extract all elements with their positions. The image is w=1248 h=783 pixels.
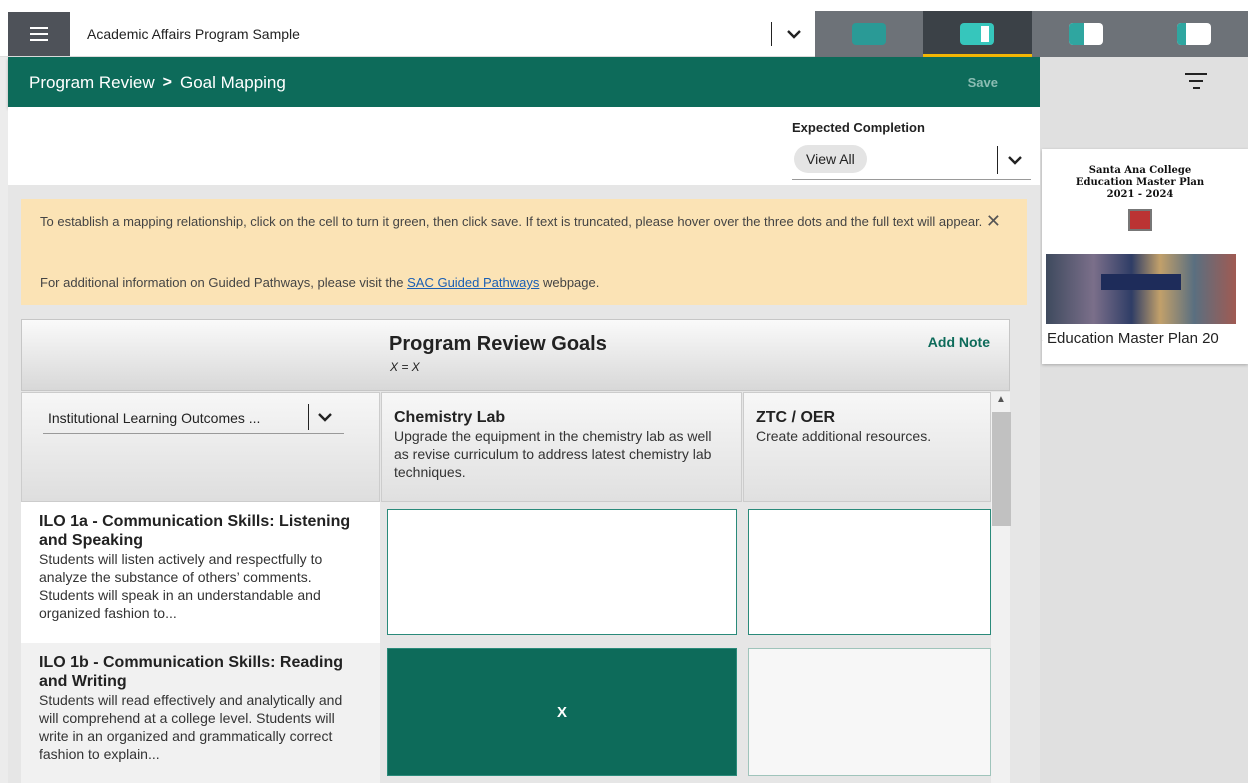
mapping-cell[interactable] [387, 509, 737, 635]
half-view-icon [1068, 23, 1103, 45]
page-header: Program Review > Goal Mapping Save [8, 57, 1040, 107]
filter-icon[interactable] [1185, 73, 1207, 91]
document-label: C Education Master Plan 20 [1042, 330, 1219, 347]
divider [308, 404, 309, 430]
chevron-down-icon[interactable] [315, 408, 335, 426]
info-notice: To establish a mapping relationship, cli… [21, 199, 1027, 305]
split-view-icon [960, 23, 995, 45]
app-title: Academic Affairs Program Sample [87, 26, 300, 42]
breadcrumb-parent[interactable]: Program Review [29, 73, 155, 93]
cover-title: Santa Ana College Education Master Plan … [1075, 165, 1205, 200]
side-view-icon [1176, 23, 1211, 45]
guided-pathways-link[interactable]: SAC Guided Pathways [407, 275, 539, 290]
view-split-button[interactable] [923, 11, 1032, 57]
selected-chip[interactable]: View All [794, 145, 867, 173]
goal-title: ZTC / OER [756, 409, 836, 426]
document-thumbnail: Santa Ana College Education Master Plan … [1046, 153, 1236, 324]
goal-description: Create additional resources. [756, 428, 932, 444]
menu-icon[interactable] [8, 12, 70, 56]
breadcrumb: Program Review > Goal Mapping [29, 73, 286, 93]
outcome-description: Students will read effectively and analy… [39, 692, 343, 762]
goal-column-header: Chemistry Lab Upgrade the equipment in t… [381, 392, 742, 502]
college-logo-icon [1128, 209, 1152, 231]
add-note-button[interactable]: Add Note [928, 334, 990, 350]
outcome-row-header: ILO 1a - Communication Skills: Listening… [21, 502, 380, 643]
close-icon[interactable]: ✕ [986, 212, 1001, 231]
divider [771, 22, 772, 46]
notice-text: To establish a mapping relationship, cli… [40, 214, 983, 229]
side-panel-toolbar [1040, 57, 1248, 107]
view-side-button[interactable] [1139, 11, 1248, 57]
mapping-cell[interactable] [748, 648, 991, 776]
mapping-cell-mapped[interactable]: X [387, 648, 737, 776]
view-half-button[interactable] [1031, 11, 1140, 57]
view-full-button[interactable] [815, 11, 924, 57]
scroll-up-icon[interactable]: ▲ [994, 394, 1008, 406]
notice-link-text: For additional information on Guided Pat… [40, 275, 600, 290]
row-selector-header: Institutional Learning Outcomes ... [21, 392, 380, 502]
goal-column-header: ZTC / OER Create additional resources. [743, 392, 991, 502]
outcome-type-select[interactable]: Institutional Learning Outcomes ... [43, 402, 344, 434]
full-view-icon [852, 23, 887, 45]
breadcrumb-current: Goal Mapping [180, 73, 286, 92]
outcome-description: Students will listen actively and respec… [39, 551, 323, 621]
outcome-row-header: ILO 1b - Communication Skills: Reading a… [21, 643, 380, 783]
expected-completion-select[interactable]: View All [792, 142, 1031, 180]
cover-photo-collage [1046, 254, 1236, 324]
outcome-title: ILO 1a - Communication Skills: Listening… [39, 513, 351, 549]
document-card[interactable]: Santa Ana College Education Master Plan … [1042, 149, 1248, 364]
outcome-type-value: Institutional Learning Outcomes ... [48, 410, 261, 426]
breadcrumb-separator: > [162, 74, 172, 91]
divider [997, 146, 998, 174]
goal-description: Upgrade the equipment in the chemistry l… [394, 428, 712, 480]
chevron-down-icon[interactable] [1004, 150, 1026, 170]
grid-header: Program Review Goals X = X Add Note [21, 319, 1010, 391]
view-mode-switcher [815, 11, 1248, 57]
save-button[interactable]: Save [968, 75, 998, 90]
grid-legend: X = X [390, 360, 420, 374]
expected-completion-label: Expected Completion [792, 120, 925, 135]
outcome-title: ILO 1b - Communication Skills: Reading a… [39, 654, 344, 690]
goal-title: Chemistry Lab [394, 409, 506, 426]
mapping-cell[interactable] [748, 509, 991, 635]
scrollbar-thumb[interactable] [992, 412, 1011, 526]
chevron-down-icon[interactable] [780, 22, 808, 46]
grid-title: Program Review Goals [389, 333, 607, 355]
